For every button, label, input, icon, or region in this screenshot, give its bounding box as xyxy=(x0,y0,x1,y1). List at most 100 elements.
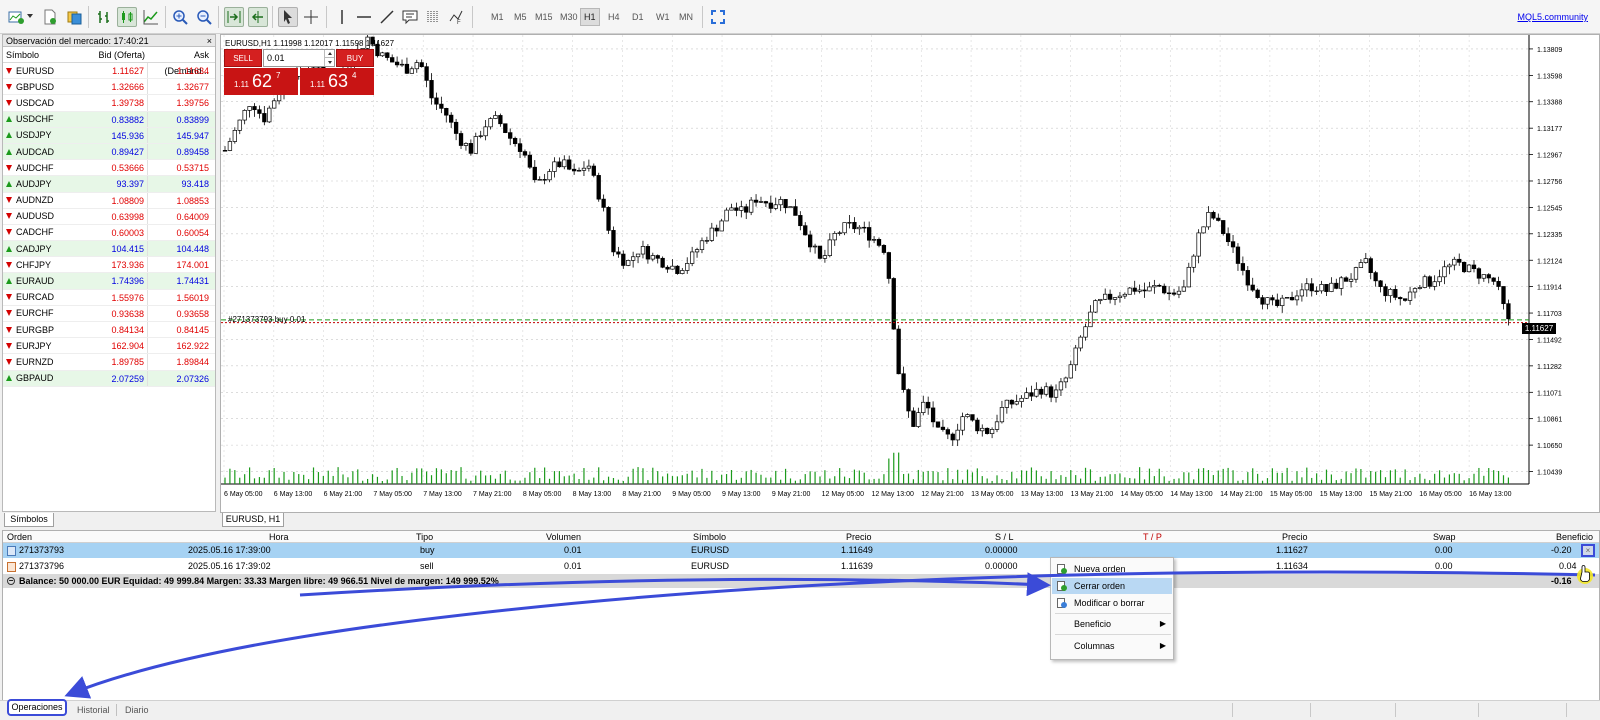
auto-scroll-button[interactable] xyxy=(224,7,244,27)
tf-m1[interactable]: M1 xyxy=(488,8,507,26)
col-time[interactable]: Hora xyxy=(269,531,289,543)
sell-button[interactable]: SELL xyxy=(224,49,262,67)
tab-history[interactable]: Historial xyxy=(77,705,110,715)
tab-eurusd-h1[interactable]: EURUSD, H1 xyxy=(222,513,284,527)
market-watch-row[interactable]: EURJPY 162.904 162.922 xyxy=(3,338,215,355)
market-watch-row[interactable]: AUDCHF 0.53666 0.53715 xyxy=(3,160,215,177)
menu-profit[interactable]: Beneficio ▶ xyxy=(1052,616,1172,632)
market-watch-row[interactable]: AUDJPY 93.397 93.418 xyxy=(3,176,215,193)
col-price[interactable]: Precio xyxy=(846,531,872,543)
col-symbol[interactable]: Símbolo xyxy=(693,531,726,543)
candle-body xyxy=(1068,364,1073,379)
tf-d1[interactable]: D1 xyxy=(629,8,647,26)
buy-button[interactable]: BUY xyxy=(336,49,374,67)
market-watch-row[interactable]: CADCHF 0.60003 0.60054 xyxy=(3,224,215,242)
symbol-name: EURCAD xyxy=(16,292,55,303)
market-watch-row[interactable]: GBPUSD 1.32666 1.32677 xyxy=(3,79,215,96)
col-ask[interactable]: Ask (Demand... xyxy=(148,47,212,76)
order-line-label[interactable]: #271373793 buy 0.01 xyxy=(228,315,305,324)
symbol-name: USDCAD xyxy=(16,97,55,108)
fullscreen-button[interactable] xyxy=(708,7,728,27)
market-watch-row[interactable]: USDJPY 145.936 145.947 xyxy=(3,127,215,144)
bar-chart-button[interactable] xyxy=(94,7,114,27)
menu-columns[interactable]: Columnas ▶ xyxy=(1052,638,1172,654)
candle-body xyxy=(449,114,454,123)
market-watch-row[interactable]: EURCAD 1.55976 1.56019 xyxy=(3,289,215,306)
col-bid[interactable]: Bid (Oferta) xyxy=(95,47,148,62)
col-sl[interactable]: S / L xyxy=(995,531,1014,543)
market-watch-row[interactable]: EURUSD 1.11627 1.11634 xyxy=(3,63,215,80)
market-watch-row[interactable]: AUDNZD 1.08809 1.08853 xyxy=(3,192,215,209)
col-profit[interactable]: Beneficio xyxy=(1556,531,1593,543)
data-window-button[interactable] xyxy=(64,7,84,27)
ask-cell: 1.32677 xyxy=(176,82,209,93)
cursor-tool-button[interactable] xyxy=(278,7,298,27)
menu-modify-delete[interactable]: Modificar o borrar xyxy=(1052,595,1172,611)
text-button[interactable] xyxy=(400,7,420,27)
menu-new-order[interactable]: Nueva orden xyxy=(1052,561,1172,577)
zoom-out-button[interactable] xyxy=(194,7,214,27)
vertical-line-button[interactable] xyxy=(332,7,352,27)
chart-shift-button[interactable] xyxy=(248,7,268,27)
col-price2[interactable]: Precio xyxy=(1282,531,1308,543)
arrow-down-icon xyxy=(6,310,12,317)
sell-price-button[interactable]: 1.11 62 7 xyxy=(224,68,298,95)
col-tp[interactable]: T / P xyxy=(1143,531,1162,543)
spin-up-icon[interactable] xyxy=(325,50,334,58)
lot-spinner[interactable] xyxy=(324,50,334,66)
col-symbol[interactable]: Símbolo xyxy=(3,47,95,62)
spin-down-icon[interactable] xyxy=(325,58,334,66)
mql5-community-link[interactable]: MQL5.community xyxy=(1517,12,1588,22)
col-order[interactable]: Orden xyxy=(7,531,32,543)
tf-h4[interactable]: H4 xyxy=(605,8,623,26)
market-watch-row[interactable]: EURCHF 0.93638 0.93658 xyxy=(3,305,215,322)
line-chart-button[interactable] xyxy=(141,7,161,27)
tab-operations[interactable]: Operaciones xyxy=(7,699,67,716)
candle-body xyxy=(867,227,872,241)
trendline-button[interactable] xyxy=(377,7,397,27)
col-volume[interactable]: Volumen xyxy=(546,531,581,543)
chart-canvas[interactable]: 1.13809 1.13598 1.13388 1.13177 1.12967 1.127… xyxy=(221,35,1600,514)
market-watch-row[interactable]: EURGBP 0.84134 0.84145 xyxy=(3,322,215,339)
tf-h1[interactable]: H1 xyxy=(580,8,600,26)
tf-w1[interactable]: W1 xyxy=(653,8,673,26)
market-watch-row[interactable]: USDCHF 0.83882 0.83899 xyxy=(3,111,215,128)
zoom-in-button[interactable] xyxy=(170,7,190,27)
indicators-button[interactable]: F xyxy=(446,7,466,27)
tf-m15[interactable]: M15 xyxy=(532,8,556,26)
horizontal-line-button[interactable] xyxy=(354,7,374,27)
market-watch-row[interactable]: EURAUD 1.74396 1.74431 xyxy=(3,273,215,290)
lot-size-input[interactable]: 0.01 xyxy=(263,49,335,67)
tab-symbols[interactable]: Símbolos xyxy=(4,513,54,527)
table-row[interactable]: 271373793 2025.05.16 17:39:00 buy 0.01 E… xyxy=(3,543,1599,558)
market-watch-row[interactable]: CHFJPY 173.936 174.001 xyxy=(3,257,215,274)
close-order-icon[interactable]: × xyxy=(1581,544,1595,557)
fibonacci-button[interactable] xyxy=(423,7,443,27)
col-type[interactable]: Tipo xyxy=(416,531,433,543)
market-watch-row[interactable]: GBPAUD 2.07259 2.07326 xyxy=(3,370,215,387)
tf-m5[interactable]: M5 xyxy=(511,8,530,26)
crosshair-button[interactable] xyxy=(301,7,321,27)
candlestick-button[interactable] xyxy=(117,7,137,27)
candle-body xyxy=(591,165,596,176)
buy-price-button[interactable]: 1.11 63 4 xyxy=(300,68,374,95)
market-watch-row[interactable]: AUDCAD 0.89427 0.89458 xyxy=(3,143,215,161)
new-chart-button[interactable] xyxy=(6,7,26,27)
col-swap[interactable]: Swap xyxy=(1433,531,1456,543)
collapse-icon[interactable]: − xyxy=(7,577,15,585)
dropdown-arrow-icon[interactable] xyxy=(27,14,33,18)
market-watch-row[interactable]: USDCAD 1.39738 1.39756 xyxy=(3,95,215,112)
price-chart[interactable]: 1.13809 1.13598 1.13388 1.13177 1.12967 1.127… xyxy=(220,34,1600,513)
tf-mn[interactable]: MN xyxy=(676,8,696,26)
candle-body xyxy=(463,143,469,146)
market-watch-row[interactable]: CADJPY 104.415 104.448 xyxy=(3,241,215,258)
market-watch-row[interactable]: EURNZD 1.89785 1.89844 xyxy=(3,354,215,371)
profiles-button[interactable] xyxy=(40,7,60,27)
table-row[interactable]: 271373796 2025.05.16 17:39:02 sell 0.01 … xyxy=(3,559,1599,574)
menu-close-order[interactable]: Cerrar orden xyxy=(1052,578,1172,594)
candle-body xyxy=(1368,258,1373,273)
market-watch-row[interactable]: AUDUSD 0.63998 0.64009 xyxy=(3,208,215,225)
tab-journal[interactable]: Diario xyxy=(125,705,149,715)
tf-m30[interactable]: M30 xyxy=(557,8,581,26)
close-icon[interactable]: × xyxy=(207,35,212,47)
